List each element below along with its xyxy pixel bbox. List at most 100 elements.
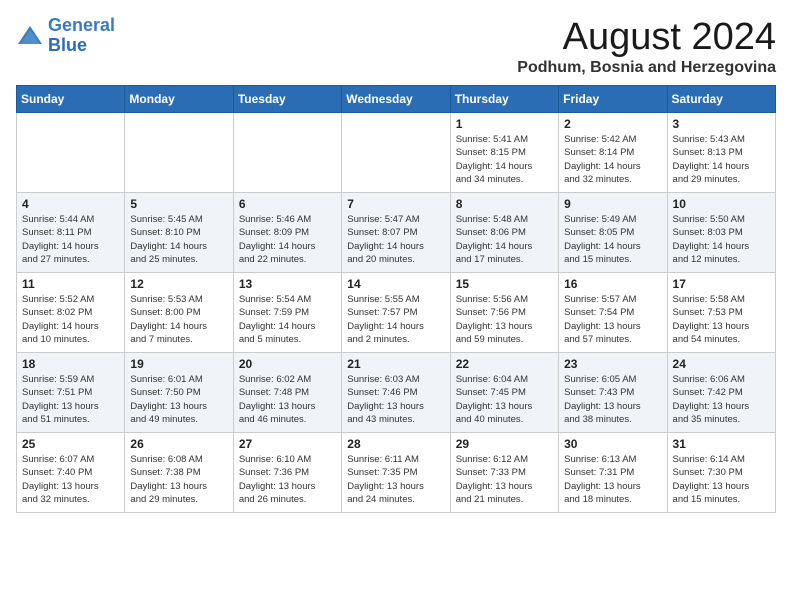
calendar-cell: 29 Sunrise: 6:12 AM Sunset: 7:33 PM Dayli… <box>450 433 558 513</box>
logo: General Blue <box>16 16 115 56</box>
day-number: 29 <box>456 437 553 451</box>
day-info: Sunrise: 6:11 AM Sunset: 7:35 PM Dayligh… <box>347 453 444 506</box>
day-number: 24 <box>673 357 770 371</box>
day-info: Sunrise: 5:46 AM Sunset: 8:09 PM Dayligh… <box>239 213 336 266</box>
calendar-week-3: 11 Sunrise: 5:52 AM Sunset: 8:02 PM Dayli… <box>17 273 776 353</box>
calendar-week-4: 18Sunrise: 5:59 AM Sunset: 7:51 PM Dayli… <box>17 353 776 433</box>
day-number: 10 <box>673 197 770 211</box>
calendar-week-2: 4Sunrise: 5:44 AM Sunset: 8:11 PM Daylig… <box>17 193 776 273</box>
location-subtitle: Podhum, Bosnia and Herzegovina <box>517 59 776 77</box>
page-header: General Blue August 2024 Podhum, Bosnia … <box>16 16 776 77</box>
column-header-sunday: Sunday <box>17 86 125 113</box>
calendar-cell: 21 Sunrise: 6:03 AM Sunset: 7:46 PM Dayli… <box>342 353 450 433</box>
logo-text: General Blue <box>48 16 115 56</box>
calendar-cell: 15 Sunrise: 5:56 AM Sunset: 7:56 PM Dayli… <box>450 273 558 353</box>
day-number: 3 <box>673 117 770 131</box>
day-info: Sunrise: 6:06 AM Sunset: 7:42 PM Dayligh… <box>673 373 770 426</box>
day-info: Sunrise: 5:57 AM Sunset: 7:54 PM Dayligh… <box>564 293 661 346</box>
calendar-cell: 17Sunrise: 5:58 AM Sunset: 7:53 PM Dayli… <box>667 273 775 353</box>
day-number: 6 <box>239 197 336 211</box>
calendar-table: SundayMondayTuesdayWednesdayThursdayFrid… <box>16 85 776 513</box>
day-number: 21 <box>347 357 444 371</box>
day-info: Sunrise: 6:05 AM Sunset: 7:43 PM Dayligh… <box>564 373 661 426</box>
calendar-cell: 19 Sunrise: 6:01 AM Sunset: 7:50 PM Dayli… <box>125 353 233 433</box>
day-info: Sunrise: 5:43 AM Sunset: 8:13 PM Dayligh… <box>673 133 770 186</box>
column-header-saturday: Saturday <box>667 86 775 113</box>
calendar-cell: 12Sunrise: 5:53 AM Sunset: 8:00 PM Dayli… <box>125 273 233 353</box>
day-info: Sunrise: 5:52 AM Sunset: 8:02 PM Dayligh… <box>22 293 119 346</box>
calendar-cell: 10 Sunrise: 5:50 AM Sunset: 8:03 PM Dayli… <box>667 193 775 273</box>
calendar-cell: 26Sunrise: 6:08 AM Sunset: 7:38 PM Dayli… <box>125 433 233 513</box>
day-number: 2 <box>564 117 661 131</box>
day-number: 1 <box>456 117 553 131</box>
day-number: 11 <box>22 277 119 291</box>
calendar-cell: 8 Sunrise: 5:48 AM Sunset: 8:06 PM Daylig… <box>450 193 558 273</box>
calendar-cell: 20Sunrise: 6:02 AM Sunset: 7:48 PM Dayli… <box>233 353 341 433</box>
column-header-tuesday: Tuesday <box>233 86 341 113</box>
day-number: 27 <box>239 437 336 451</box>
calendar-cell: 28 Sunrise: 6:11 AM Sunset: 7:35 PM Dayli… <box>342 433 450 513</box>
calendar-cell <box>233 113 341 193</box>
day-number: 9 <box>564 197 661 211</box>
calendar-body: 1 Sunrise: 5:41 AM Sunset: 8:15 PM Daylig… <box>17 113 776 513</box>
calendar-cell: 5Sunrise: 5:45 AM Sunset: 8:10 PM Daylig… <box>125 193 233 273</box>
calendar-cell: 27 Sunrise: 6:10 AM Sunset: 7:36 PM Dayli… <box>233 433 341 513</box>
day-number: 7 <box>347 197 444 211</box>
column-header-thursday: Thursday <box>450 86 558 113</box>
day-number: 19 <box>130 357 227 371</box>
day-info: Sunrise: 5:53 AM Sunset: 8:00 PM Dayligh… <box>130 293 227 346</box>
calendar-cell: 30 Sunrise: 6:13 AM Sunset: 7:31 PM Dayli… <box>559 433 667 513</box>
calendar-cell: 22Sunrise: 6:04 AM Sunset: 7:45 PM Dayli… <box>450 353 558 433</box>
day-info: Sunrise: 6:01 AM Sunset: 7:50 PM Dayligh… <box>130 373 227 426</box>
calendar-cell: 6 Sunrise: 5:46 AM Sunset: 8:09 PM Daylig… <box>233 193 341 273</box>
day-info: Sunrise: 5:42 AM Sunset: 8:14 PM Dayligh… <box>564 133 661 186</box>
day-info: Sunrise: 5:56 AM Sunset: 7:56 PM Dayligh… <box>456 293 553 346</box>
calendar-header-row: SundayMondayTuesdayWednesdayThursdayFrid… <box>17 86 776 113</box>
day-number: 15 <box>456 277 553 291</box>
column-header-monday: Monday <box>125 86 233 113</box>
day-number: 13 <box>239 277 336 291</box>
day-number: 16 <box>564 277 661 291</box>
calendar-cell: 9 Sunrise: 5:49 AM Sunset: 8:05 PM Daylig… <box>559 193 667 273</box>
day-info: Sunrise: 5:48 AM Sunset: 8:06 PM Dayligh… <box>456 213 553 266</box>
day-number: 28 <box>347 437 444 451</box>
day-number: 8 <box>456 197 553 211</box>
day-number: 5 <box>130 197 227 211</box>
day-number: 23 <box>564 357 661 371</box>
calendar-cell <box>342 113 450 193</box>
day-info: Sunrise: 6:08 AM Sunset: 7:38 PM Dayligh… <box>130 453 227 506</box>
day-number: 31 <box>673 437 770 451</box>
calendar-cell: 16 Sunrise: 5:57 AM Sunset: 7:54 PM Dayli… <box>559 273 667 353</box>
calendar-cell: 2 Sunrise: 5:42 AM Sunset: 8:14 PM Daylig… <box>559 113 667 193</box>
day-info: Sunrise: 5:59 AM Sunset: 7:51 PM Dayligh… <box>22 373 119 426</box>
logo-icon <box>16 24 44 48</box>
calendar-cell: 1 Sunrise: 5:41 AM Sunset: 8:15 PM Daylig… <box>450 113 558 193</box>
day-info: Sunrise: 6:10 AM Sunset: 7:36 PM Dayligh… <box>239 453 336 506</box>
calendar-week-5: 25 Sunrise: 6:07 AM Sunset: 7:40 PM Dayli… <box>17 433 776 513</box>
column-header-wednesday: Wednesday <box>342 86 450 113</box>
calendar-cell <box>125 113 233 193</box>
calendar-cell: 18Sunrise: 5:59 AM Sunset: 7:51 PM Dayli… <box>17 353 125 433</box>
day-info: Sunrise: 5:49 AM Sunset: 8:05 PM Dayligh… <box>564 213 661 266</box>
day-info: Sunrise: 5:47 AM Sunset: 8:07 PM Dayligh… <box>347 213 444 266</box>
calendar-cell: 7 Sunrise: 5:47 AM Sunset: 8:07 PM Daylig… <box>342 193 450 273</box>
day-info: Sunrise: 6:14 AM Sunset: 7:30 PM Dayligh… <box>673 453 770 506</box>
day-info: Sunrise: 6:13 AM Sunset: 7:31 PM Dayligh… <box>564 453 661 506</box>
day-info: Sunrise: 6:12 AM Sunset: 7:33 PM Dayligh… <box>456 453 553 506</box>
day-number: 20 <box>239 357 336 371</box>
day-info: Sunrise: 5:44 AM Sunset: 8:11 PM Dayligh… <box>22 213 119 266</box>
calendar-cell <box>17 113 125 193</box>
calendar-cell: 13Sunrise: 5:54 AM Sunset: 7:59 PM Dayli… <box>233 273 341 353</box>
day-number: 25 <box>22 437 119 451</box>
day-info: Sunrise: 6:07 AM Sunset: 7:40 PM Dayligh… <box>22 453 119 506</box>
day-number: 14 <box>347 277 444 291</box>
day-number: 17 <box>673 277 770 291</box>
day-number: 30 <box>564 437 661 451</box>
calendar-cell: 4Sunrise: 5:44 AM Sunset: 8:11 PM Daylig… <box>17 193 125 273</box>
day-info: Sunrise: 5:41 AM Sunset: 8:15 PM Dayligh… <box>456 133 553 186</box>
day-info: Sunrise: 5:50 AM Sunset: 8:03 PM Dayligh… <box>673 213 770 266</box>
calendar-cell: 11 Sunrise: 5:52 AM Sunset: 8:02 PM Dayli… <box>17 273 125 353</box>
day-info: Sunrise: 6:03 AM Sunset: 7:46 PM Dayligh… <box>347 373 444 426</box>
calendar-cell: 25 Sunrise: 6:07 AM Sunset: 7:40 PM Dayli… <box>17 433 125 513</box>
day-info: Sunrise: 6:04 AM Sunset: 7:45 PM Dayligh… <box>456 373 553 426</box>
